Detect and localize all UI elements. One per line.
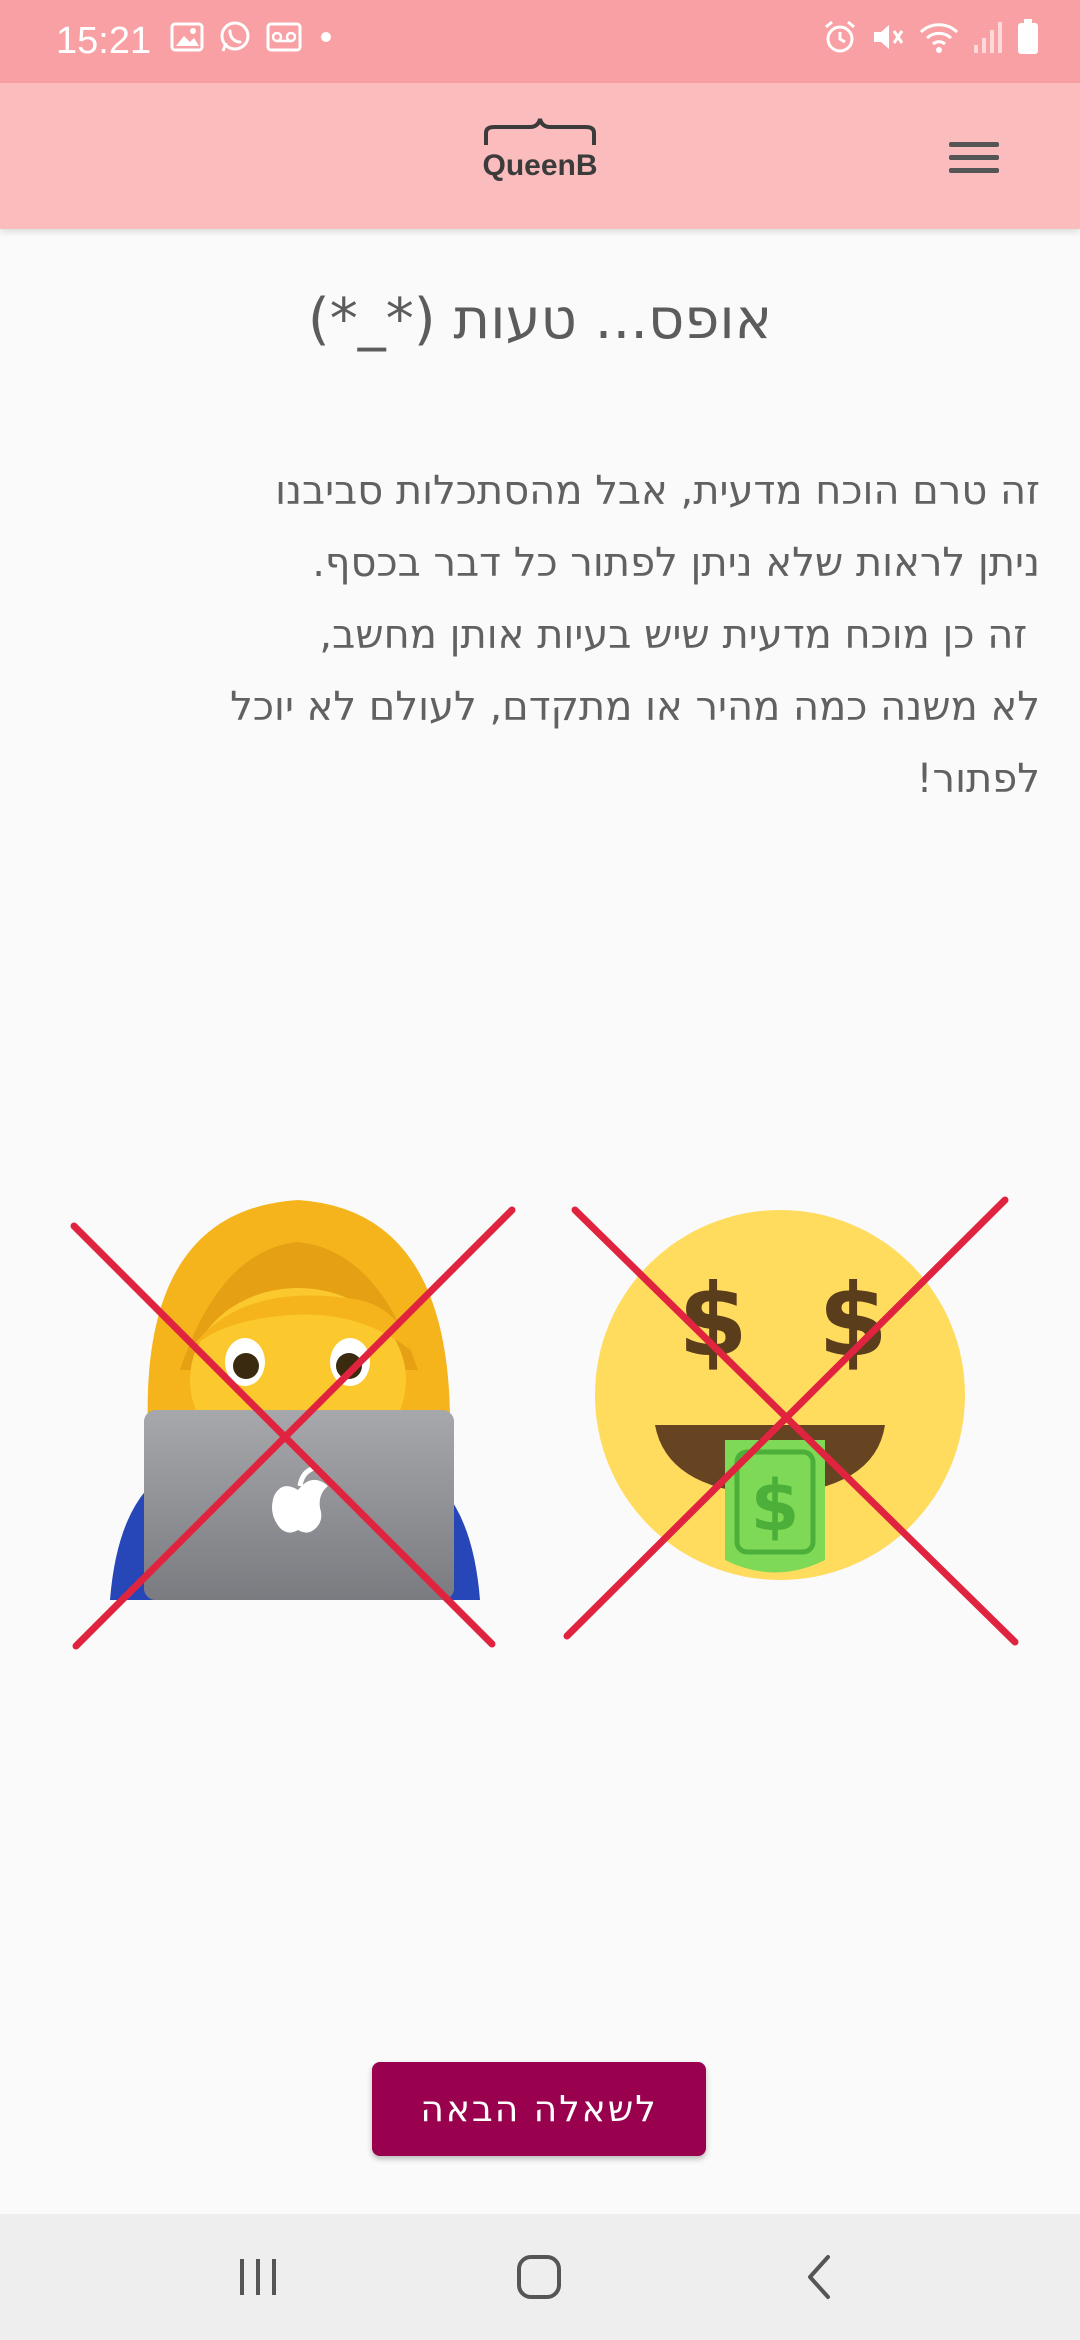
dot-icon	[316, 22, 336, 52]
home-icon[interactable]	[504, 2242, 574, 2312]
voicemail-icon	[266, 22, 302, 52]
page-title: אופס... טעות (*_*)	[307, 287, 773, 352]
status-bar: 15:21	[0, 0, 1080, 83]
explanation-line: זה טרם הוכח מדעית, אבל מהסתכלות סביבנו	[275, 468, 1040, 514]
gallery-icon	[170, 22, 204, 52]
whatsapp-icon	[218, 20, 252, 54]
navigation-bar	[0, 2214, 1080, 2340]
svg-text:$: $	[751, 1465, 800, 1547]
alarm-icon	[822, 19, 858, 55]
explanation-line: זה כן מוכח מדעית שיש בעיות אותן מחשב,	[319, 612, 1040, 658]
explanation-text: זה טרם הוכח מדעית, אבל מהסתכלות סביבנו נ…	[80, 455, 1040, 815]
svg-text:$: $	[818, 1262, 888, 1379]
logo-brace-icon	[484, 118, 596, 145]
recents-icon[interactable]	[223, 2242, 293, 2312]
signal-icon	[972, 19, 1004, 55]
explanation-line: לא משנה כמה מהיר או מתקדם, לעולם לא יוכל	[230, 684, 1040, 730]
queenb-logo[interactable]: QueenB	[470, 117, 610, 197]
woman-technologist-emoji	[60, 1190, 520, 1660]
money-mouth-face-emoji: $ $ $	[555, 1190, 1035, 1660]
back-icon[interactable]	[785, 2242, 855, 2312]
app-bar: QueenB	[0, 83, 1080, 229]
battery-icon	[1016, 18, 1040, 56]
logo-text: QueenB	[482, 149, 598, 182]
explanation-line: לפתור!	[916, 756, 1040, 802]
mute-icon	[870, 19, 906, 55]
hamburger-menu-icon[interactable]	[940, 129, 1008, 185]
status-right-icons	[822, 18, 1040, 56]
explanation-line: ניתן לראות שלא ניתן לפתור כל דבר בכסף.	[312, 540, 1040, 586]
next-question-button[interactable]: לשאלה הבאה	[372, 2062, 706, 2156]
status-time: 15:21	[56, 20, 152, 62]
status-left-icons	[170, 20, 336, 54]
wifi-icon	[918, 19, 960, 55]
